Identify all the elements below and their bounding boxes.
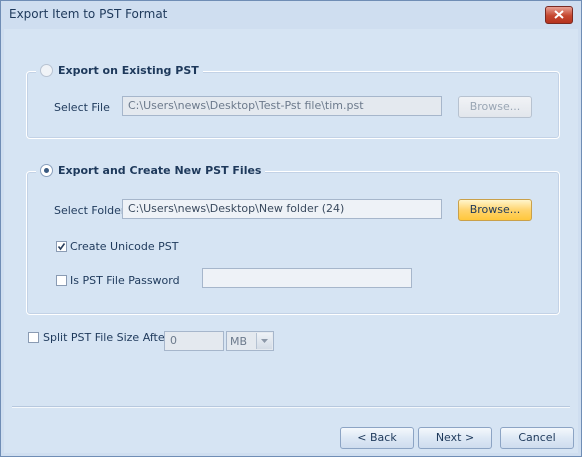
split-size-field[interactable]: 0: [164, 331, 224, 351]
close-button[interactable]: [545, 6, 573, 24]
select-folder-label: Select Folder: [54, 204, 126, 217]
window-title: Export Item to PST Format: [9, 7, 168, 21]
password-field[interactable]: [202, 268, 412, 288]
close-icon: [554, 10, 564, 19]
split-checkbox[interactable]: [28, 332, 39, 343]
chevron-down-icon: [261, 339, 268, 343]
next-button[interactable]: Next >: [418, 427, 492, 449]
select-file-field[interactable]: C:\Users\news\Desktop\Test-Pst file\tim.…: [122, 96, 442, 116]
checkmark-icon: [57, 243, 66, 251]
split-unit-dropdown[interactable]: MB: [226, 331, 274, 351]
split-unit-value: MB: [230, 335, 248, 348]
create-pst-legend: Export and Create New PST Files: [58, 163, 262, 177]
select-file-label: Select File: [54, 101, 110, 114]
password-label: Is PST File Password: [70, 274, 180, 287]
create-pst-radio[interactable]: [40, 163, 53, 177]
existing-pst-radio[interactable]: [40, 63, 53, 77]
existing-pst-legend: Export on Existing PST: [58, 63, 199, 77]
select-folder-field[interactable]: C:\Users\news\Desktop\New folder (24): [122, 199, 442, 219]
cancel-button[interactable]: Cancel: [500, 427, 574, 449]
dropdown-arrow[interactable]: [256, 333, 272, 349]
footer-separator: [12, 406, 570, 408]
export-dialog: Export Item to PST Format Export on Exis…: [0, 0, 582, 457]
existing-pst-option[interactable]: Export on Existing PST: [36, 63, 203, 77]
title-bar: Export Item to PST Format: [1, 1, 581, 29]
back-button[interactable]: < Back: [340, 427, 414, 449]
unicode-label: Create Unicode PST: [70, 240, 179, 253]
browse-folder-button[interactable]: Browse...: [458, 199, 532, 221]
unicode-checkbox[interactable]: [56, 241, 67, 252]
split-label: Split PST File Size After: [43, 331, 170, 344]
create-pst-option[interactable]: Export and Create New PST Files: [36, 163, 266, 177]
password-checkbox[interactable]: [56, 275, 67, 286]
dialog-body: Export on Existing PST Select File C:\Us…: [4, 29, 578, 453]
browse-file-button[interactable]: Browse...: [458, 96, 532, 118]
